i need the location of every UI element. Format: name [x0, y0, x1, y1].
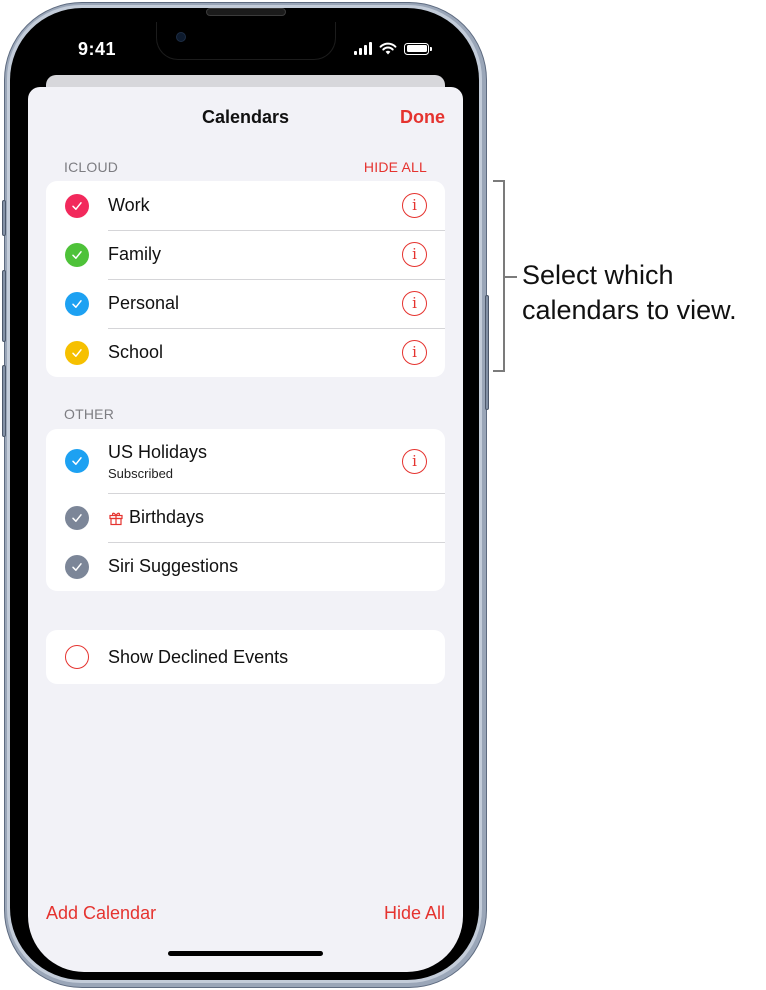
checkmark-circle-icon[interactable]	[65, 193, 89, 218]
page-title: Calendars	[201, 107, 290, 127]
calendars-sheet: Calendars Done ICLOUD HIDE ALL Work i Fami…	[28, 87, 463, 972]
section-header-icloud: ICLOUD	[64, 159, 119, 175]
checkmark-circle-icon[interactable]	[65, 505, 89, 530]
row-subtitle: Subscribed	[108, 465, 174, 481]
wifi-icon	[379, 42, 397, 55]
other-calendar-list: US Holidays Subscribed i Birthdays Siri Sugg…	[46, 429, 445, 591]
checkmark-circle-icon[interactable]	[65, 340, 89, 365]
icloud-calendar-list: Work i Family i Personal i School i	[46, 181, 445, 377]
info-icon[interactable]: i	[402, 193, 427, 218]
action-button	[2, 200, 6, 236]
done-button[interactable]: Done	[400, 107, 445, 128]
volume-down-button	[2, 365, 6, 437]
home-indicator[interactable]	[168, 951, 323, 956]
info-icon[interactable]: i	[402, 448, 427, 474]
row-label: Family	[108, 244, 161, 264]
row-label: Siri Suggestions	[108, 556, 239, 576]
power-button	[485, 295, 489, 410]
row-label: Show Declined Events	[108, 646, 289, 667]
gift-icon	[108, 510, 124, 526]
calendar-row-work[interactable]: Work i	[46, 181, 445, 230]
callout-text: Select which calendars to view.	[522, 260, 737, 325]
earpiece-speaker	[206, 8, 286, 16]
row-label: US Holidays	[108, 441, 208, 462]
checkmark-circle-icon[interactable]	[65, 242, 89, 267]
row-label: Birthdays	[129, 507, 205, 527]
section-header-other: OTHER	[64, 406, 114, 422]
checkmark-circle-icon[interactable]	[65, 554, 89, 579]
row-label: Work	[108, 195, 150, 215]
calendar-row-us-holidays[interactable]: US Holidays Subscribed i	[46, 429, 445, 493]
info-icon[interactable]: i	[402, 291, 427, 316]
calendar-row-siri-suggestions[interactable]: Siri Suggestions	[46, 542, 445, 591]
hide-all-button[interactable]: Hide All	[384, 903, 445, 924]
cellular-signal-icon	[354, 42, 372, 55]
calendar-row-personal[interactable]: Personal i	[46, 279, 445, 328]
calendar-row-family[interactable]: Family i	[46, 230, 445, 279]
unchecked-circle-icon[interactable]	[65, 645, 89, 669]
info-icon[interactable]: i	[402, 242, 427, 267]
checkmark-circle-icon[interactable]	[65, 291, 89, 316]
show-declined-events-row[interactable]: Show Declined Events	[46, 630, 445, 684]
volume-up-button	[2, 270, 6, 342]
calendar-row-school[interactable]: School i	[46, 328, 445, 377]
info-icon[interactable]: i	[402, 340, 427, 365]
row-label: School	[108, 342, 164, 362]
phone-screen: 9:41 Calendars Done ICLOUD HIDE ALL Work…	[28, 22, 463, 972]
battery-icon	[404, 42, 432, 55]
checkmark-circle-icon[interactable]	[65, 449, 89, 473]
calendar-row-birthdays[interactable]: Birthdays	[46, 493, 445, 542]
hide-all-icloud-button[interactable]: HIDE ALL	[364, 159, 427, 175]
declined-events-group: Show Declined Events	[46, 630, 445, 684]
callout-leader-line	[505, 276, 517, 278]
status-icons	[354, 42, 432, 55]
status-time: 9:41	[78, 39, 117, 59]
add-calendar-button[interactable]: Add Calendar	[46, 903, 156, 924]
front-camera	[176, 32, 186, 42]
row-label: Personal	[108, 293, 180, 313]
callout-bracket	[493, 180, 505, 372]
